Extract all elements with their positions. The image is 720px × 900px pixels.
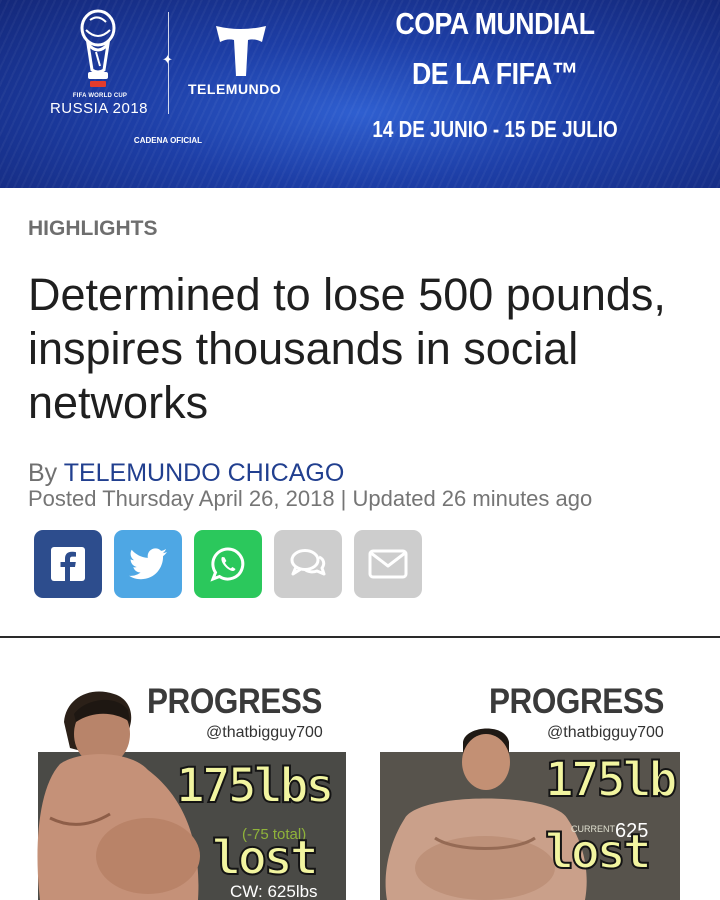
- share-facebook-button[interactable]: [34, 530, 102, 598]
- tournament-dates: 14 DE JUNIO - 15 DE JULIO: [372, 116, 618, 142]
- byline-prefix: By: [28, 459, 58, 487]
- telemundo-logo-icon: [216, 26, 266, 76]
- progress-panel-right: PROGRESS @thatbigguy700 175lb CURRENT 62…: [365, 638, 720, 900]
- email-icon: [368, 549, 408, 579]
- posted-date: Posted Thursday April 26, 2018 | Updated…: [28, 486, 593, 511]
- lead-image[interactable]: PROGRESS @thatbigguy700 175lbs (-75 tota…: [0, 638, 720, 900]
- twitter-icon: [129, 548, 167, 580]
- whatsapp-icon: [210, 547, 245, 582]
- current-weight-label: CW: 625lbs: [230, 882, 318, 900]
- progress-panel-left: PROGRESS @thatbigguy700 175lbs (-75 tota…: [0, 638, 365, 900]
- weight-lost-value: 175lb: [544, 751, 678, 809]
- star-icon: ✦: [162, 52, 173, 67]
- instagram-handle: @thatbigguy700: [206, 724, 323, 741]
- world-cup-banner-ad[interactable]: FIFA WORLD CUP RUSSIA 2018 ✦ TELEMUNDO C…: [0, 0, 720, 188]
- author-link[interactable]: TELEMUNDO CHICAGO: [64, 459, 345, 487]
- copa-mundial-line1: COPA MUNDIAL: [395, 6, 595, 41]
- instagram-handle: @thatbigguy700: [547, 724, 664, 741]
- weight-lost-label: lost: [211, 829, 320, 887]
- cadena-oficial-label: CADENA OFICIAL: [133, 136, 203, 145]
- copa-mundial-line2: DE LA FIFA™: [411, 56, 579, 91]
- wc-russia-label: RUSSIA 2018: [49, 100, 149, 117]
- category-label[interactable]: HIGHLIGHTS: [28, 217, 158, 241]
- progress-title: PROGRESS: [147, 682, 322, 721]
- weight-lost-value: 175lbs: [175, 757, 335, 815]
- wc-small-label: FIFA WORLD CUP: [72, 93, 128, 99]
- share-email-button[interactable]: [354, 530, 422, 598]
- byline: By TELEMUNDO CHICAGO: [28, 459, 344, 488]
- progress-title: PROGRESS: [489, 682, 664, 721]
- comment-icon: [290, 549, 326, 576]
- article-headline: Determined to lose 500 pounds, inspires …: [28, 269, 666, 428]
- weight-lost-label: lost: [544, 823, 653, 881]
- telemundo-label: TELEMUNDO: [188, 81, 282, 97]
- share-twitter-button[interactable]: [114, 530, 182, 598]
- share-comments-button[interactable]: [274, 530, 342, 598]
- world-cup-trophy-icon: [80, 9, 116, 87]
- facebook-icon: [51, 547, 85, 581]
- share-whatsapp-button[interactable]: [194, 530, 262, 598]
